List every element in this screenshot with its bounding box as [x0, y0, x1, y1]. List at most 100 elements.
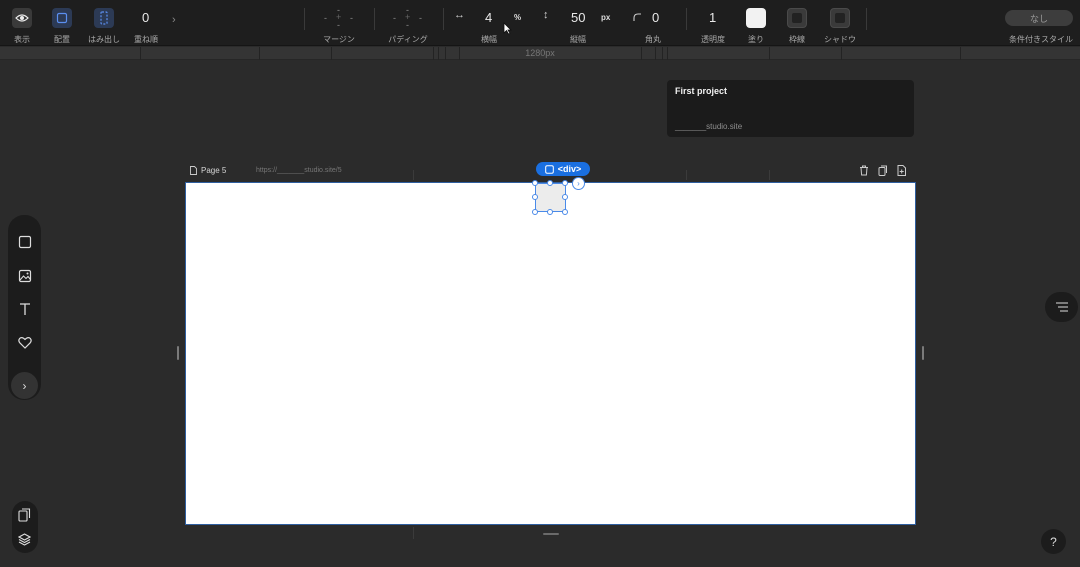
toolbar-divider: [866, 8, 867, 30]
zindex-label: 重ね順: [134, 35, 158, 44]
width-unit[interactable]: %: [514, 13, 521, 22]
overflow-button[interactable]: はみ出し: [88, 0, 120, 46]
toolbar-divider: [304, 8, 305, 30]
page-canvas[interactable]: [185, 182, 916, 525]
pages-icon[interactable]: [18, 508, 31, 527]
height-field[interactable]: ↕ 50 px 縦幅: [541, 0, 615, 46]
conditional-style-label: 条件付きスタイル: [1009, 35, 1073, 44]
view-toggle[interactable]: 表示: [9, 0, 35, 46]
resize-handle[interactable]: [547, 209, 553, 215]
image-tool-icon[interactable]: [14, 265, 35, 286]
resize-handle[interactable]: [532, 194, 538, 200]
text-tool-icon[interactable]: [14, 298, 35, 319]
property-toolbar: 表示 配置 はみ出し 0 重ね順 › - - + - - マージン - - + …: [0, 0, 1080, 46]
margin-label: マージン: [323, 35, 355, 44]
question-icon: ?: [1050, 534, 1057, 549]
resize-handle[interactable]: [562, 180, 568, 186]
mouse-cursor-icon: [503, 22, 512, 35]
width-field[interactable]: ↔ 4 % 横幅: [452, 0, 526, 46]
resize-handle[interactable]: [562, 209, 568, 215]
zindex-field[interactable]: 0 重ね順: [132, 0, 160, 46]
left-resize-grip[interactable]: [177, 346, 179, 360]
fill-label: 塗り: [748, 35, 764, 44]
add-page-icon[interactable]: [896, 164, 908, 176]
page-icon: [190, 166, 197, 175]
opacity-label: 透明度: [701, 35, 725, 44]
vertical-arrows-icon: ↕: [543, 9, 549, 21]
chevron-right-icon[interactable]: ›: [572, 177, 585, 190]
layout-icon: [52, 8, 72, 28]
layout-label: 配置: [54, 35, 70, 44]
fill-control[interactable]: 塗り: [743, 0, 769, 46]
opacity-value: 1: [709, 10, 717, 25]
chevron-right-icon: ›: [22, 378, 27, 393]
guide-line: [686, 170, 687, 180]
expand-palette-button[interactable]: ›: [11, 372, 38, 399]
height-value: 50: [571, 10, 586, 25]
help-button[interactable]: ?: [1041, 529, 1066, 554]
padding-label: パディング: [388, 35, 428, 44]
border-control[interactable]: 枠線: [784, 0, 810, 46]
padding-control[interactable]: - - + - - パディング: [388, 0, 428, 46]
width-value: 4: [485, 10, 493, 25]
radius-label: 角丸: [645, 35, 661, 44]
page-name-label: Page 5: [201, 166, 227, 175]
padding-cross-icon: - - + - -: [393, 5, 422, 30]
opacity-field[interactable]: 1 透明度: [699, 0, 727, 46]
fill-swatch: [746, 8, 766, 28]
shadow-control[interactable]: シャドウ: [824, 0, 856, 46]
shadow-swatch: [830, 8, 850, 28]
page-actions: [858, 164, 908, 176]
toolbar-divider: [374, 8, 375, 30]
chevron-right-icon[interactable]: ›: [172, 14, 176, 26]
border-swatch: [787, 8, 807, 28]
selected-tag-label: <div>: [557, 164, 582, 174]
ruler-width-label: 1280px: [525, 48, 555, 58]
project-url[interactable]: _______studio.site: [675, 122, 742, 131]
overflow-label: はみ出し: [88, 35, 120, 44]
view-label: 表示: [14, 35, 30, 44]
shadow-label: シャドウ: [824, 35, 856, 44]
resize-handle[interactable]: [562, 194, 568, 200]
horizontal-arrows-icon: ↔: [454, 9, 465, 21]
page-name[interactable]: Page 5: [190, 166, 226, 175]
margin-cross-icon: - - + - -: [324, 5, 353, 30]
bottom-palette: [12, 501, 38, 553]
resize-handle[interactable]: [532, 209, 538, 215]
selected-element-chip[interactable]: <div>: [536, 162, 590, 176]
duplicate-page-icon[interactable]: [877, 164, 889, 176]
bottom-resize-grip[interactable]: [543, 533, 559, 535]
conditional-style-button[interactable]: なし: [1005, 10, 1073, 26]
corner-radius-icon: [633, 13, 641, 21]
properties-panel-button[interactable]: [1045, 292, 1078, 322]
eye-icon: [12, 8, 32, 28]
resize-handle[interactable]: [547, 180, 553, 186]
box-icon: [544, 164, 554, 174]
overflow-icon: [94, 8, 114, 28]
menu-lines-icon: [1055, 302, 1068, 312]
breakpoint-ruler[interactable]: 1280px: [0, 47, 1080, 60]
radius-value: 0: [652, 10, 660, 25]
height-unit[interactable]: px: [601, 13, 610, 22]
zindex-value: 0: [142, 10, 150, 25]
width-label: 横幅: [481, 35, 497, 44]
box-tool-icon[interactable]: [14, 231, 35, 252]
guide-line: [413, 527, 414, 539]
toolbar-divider: [686, 8, 687, 30]
project-popup[interactable]: First project _______studio.site: [667, 80, 914, 137]
layers-icon[interactable]: [17, 533, 32, 551]
toolbar-divider: [443, 8, 444, 30]
border-label: 枠線: [789, 35, 805, 44]
height-label: 縦幅: [570, 35, 586, 44]
layout-button[interactable]: 配置: [49, 0, 75, 46]
radius-field[interactable]: 0 角丸: [630, 0, 676, 46]
resize-handle[interactable]: [532, 180, 538, 186]
trash-icon[interactable]: [858, 164, 870, 176]
page-url[interactable]: https://_______studio.site/5: [256, 167, 342, 174]
project-title: First project: [675, 86, 728, 96]
element-palette: ›: [8, 215, 41, 400]
margin-control[interactable]: - - + - - マージン: [322, 0, 356, 46]
guide-line: [769, 170, 770, 180]
heart-icon[interactable]: [14, 332, 35, 353]
right-resize-grip[interactable]: [922, 346, 924, 360]
